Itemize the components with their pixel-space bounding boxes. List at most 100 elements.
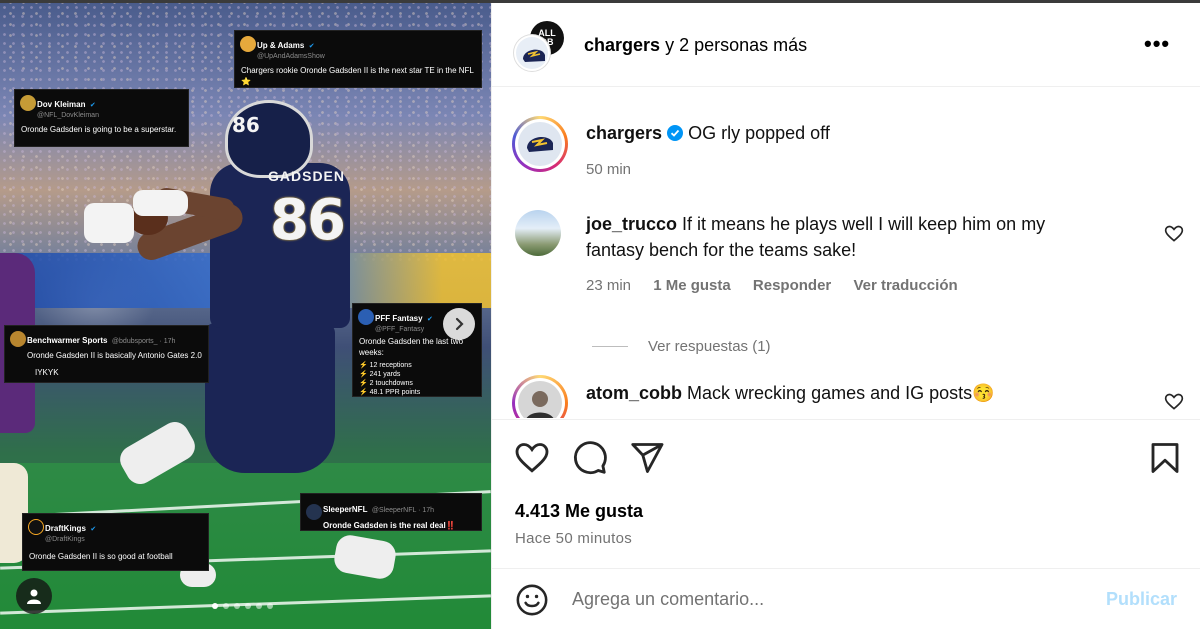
card-stat-line: ⚡ 2 touchdowns [359, 380, 413, 387]
send-icon[interactable] [629, 440, 665, 476]
verified-badge-icon: ✔ [308, 43, 315, 50]
card-name: SleeperNFL [323, 505, 368, 514]
card-stat-line: ⚡ 12 receptions [359, 362, 412, 369]
posted-time[interactable]: Hace 50 minutos [515, 530, 632, 547]
bookmark-icon[interactable] [1147, 440, 1183, 476]
card-name: DraftKings [45, 524, 86, 533]
comment-like-heart-icon[interactable] [1164, 224, 1184, 244]
likes-count[interactable]: 4.413 Me gusta [515, 501, 643, 522]
helmet-number: 86 [232, 113, 260, 137]
carousel-dot [245, 603, 251, 609]
card-handle: @SleeperNFL · 17h [371, 507, 435, 514]
carousel-dot [267, 603, 273, 609]
comment-likes[interactable]: 1 Me gusta [653, 277, 731, 294]
comment-like-heart-icon[interactable] [1164, 392, 1184, 412]
glove [133, 190, 188, 216]
carousel-dot [256, 603, 262, 609]
card-text: Chargers rookie Oronde Gadsden II is the… [241, 66, 474, 86]
tweet-card-up-adams: Up & Adams ✔ @UpAndAdamsShow Chargers ro… [234, 30, 482, 88]
tweet-card-dov-kleiman: Dov Kleiman ✔ @NFL_DovKleiman Oronde Gad… [14, 89, 189, 147]
post-header: ALL DB chargers y 2 personas más ••• [492, 3, 1200, 87]
more-options-button[interactable]: ••• [1144, 31, 1170, 57]
card-avatar [28, 519, 44, 535]
card-handle: @bdubsports_ · 17h [111, 338, 176, 345]
heart-icon[interactable] [514, 440, 550, 476]
card-avatar [10, 331, 26, 347]
verified-badge-icon: ✔ [89, 102, 96, 109]
comment-input[interactable] [572, 582, 1072, 616]
card-text: Oronde Gadsden II is basically Antonio G… [27, 351, 202, 360]
comment-text: joe_trucco If it means he plays well I w… [586, 211, 1045, 263]
comment-text: atom_cobb Mack wrecking games and IG pos… [586, 380, 995, 406]
caption-time: 50 min [586, 161, 632, 178]
tweet-card-benchwarmer: Benchwarmer Sports @bdubsports_ · 17h Or… [4, 325, 209, 383]
card-text: Oronde Gadsden II is so good at football [29, 552, 173, 561]
post-details-panel: ALL DB chargers y 2 personas más ••• char… [491, 3, 1200, 629]
card-name: PFF Fantasy [375, 314, 423, 323]
chevron-right-icon [455, 317, 464, 331]
card-name: Dov Kleiman [37, 100, 86, 109]
comment-icon[interactable] [572, 440, 608, 476]
player-helmet [225, 100, 313, 178]
emoji-icon[interactable] [515, 583, 549, 617]
caption-avatar[interactable] [512, 116, 568, 172]
chargers-avatar[interactable] [514, 35, 550, 71]
card-name: Benchwarmer Sports [27, 336, 108, 345]
carousel-dot [234, 603, 240, 609]
header-suffix[interactable]: y 2 personas más [665, 35, 807, 55]
card-avatar [358, 309, 374, 325]
person-photo-icon [518, 381, 562, 418]
comment-username[interactable]: joe_trucco [586, 214, 677, 234]
collab-avatars[interactable]: ALL DB [514, 21, 566, 73]
chargers-logo-icon [516, 37, 548, 69]
caption-username[interactable]: chargers [586, 123, 662, 143]
carousel-indicators [212, 603, 273, 609]
card-text: Oronde Gadsden is the real deal‼️ [323, 521, 456, 530]
comment-meta: 23 min 1 Me gusta Responder Ver traducci… [586, 277, 976, 294]
card-avatar [240, 36, 256, 52]
comment-body: Mack wrecking games and IG posts😚 [687, 383, 995, 403]
post-header-title: chargers y 2 personas más [584, 35, 807, 56]
card-handle: @DraftKings [45, 536, 85, 543]
view-replies-button[interactable]: Ver respuestas (1) [592, 338, 771, 355]
jersey-name: GADSDEN [268, 168, 346, 184]
translate-button[interactable]: Ver traducción [853, 277, 957, 294]
card-name: Up & Adams [257, 41, 305, 50]
comment-body-cont: fantasy bench for the teams sake! [586, 240, 857, 260]
replies-divider [592, 346, 628, 347]
comment-time: 23 min [586, 277, 632, 294]
post-actions: 4.413 Me gusta Hace 50 minutos [492, 419, 1200, 569]
header-username[interactable]: chargers [584, 35, 660, 55]
next-slide-button[interactable] [443, 308, 475, 340]
chargers-logo-icon [518, 122, 562, 166]
card-handle: @NFL_DovKleiman [37, 112, 99, 119]
comment-avatar[interactable] [515, 210, 561, 256]
card-text-2: IYKYK [35, 368, 59, 377]
post-media[interactable]: GADSDEN 86 86 Up & Adams ✔ @UpAndAdamsSh… [0, 3, 491, 629]
card-text: Oronde Gadsden is going to be a supersta… [21, 125, 177, 134]
add-comment-bar: Publicar [492, 568, 1200, 629]
comments-list[interactable]: chargers OG rly popped off 50 min joe_tr… [492, 88, 1200, 418]
glove [84, 203, 134, 243]
verified-badge-icon [667, 125, 684, 141]
view-replies-label: Ver respuestas (1) [648, 338, 771, 355]
tagged-users-button[interactable] [16, 578, 52, 614]
card-stat-line: ⚡ 48.1 PPR points [359, 389, 421, 396]
comment-avatar[interactable] [512, 375, 568, 418]
more-horizontal-icon: ••• [1144, 31, 1171, 56]
carousel-dot [223, 603, 229, 609]
caption-body: OG rly popped off [688, 123, 830, 143]
reply-button[interactable]: Responder [753, 277, 831, 294]
card-stat-line: ⚡ 241 yards [359, 371, 401, 378]
card-handle: @UpAndAdamsShow [257, 53, 325, 60]
player-legs [205, 323, 335, 473]
publish-button[interactable]: Publicar [1106, 589, 1177, 610]
comment-body: If it means he plays well I will keep hi… [682, 214, 1046, 234]
comment-username[interactable]: atom_cobb [586, 383, 682, 403]
tweet-card-sleeper: SleeperNFL @SleeperNFL · 17h Oronde Gads… [300, 493, 482, 531]
verified-badge-icon: ✔ [90, 526, 97, 533]
user-icon [27, 589, 41, 604]
verified-badge-icon: ✔ [427, 316, 433, 323]
carousel-dot [212, 603, 218, 609]
tweet-card-draftkings: DraftKings ✔ @DraftKings Oronde Gadsden … [22, 513, 209, 571]
